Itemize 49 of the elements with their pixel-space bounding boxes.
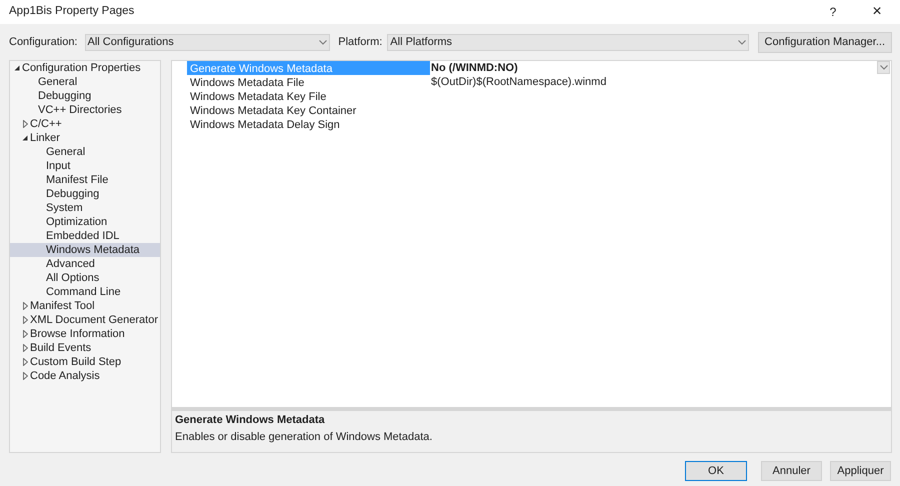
property-name[interactable]: Windows Metadata File (187, 75, 430, 89)
tree-item[interactable]: Advanced (10, 257, 160, 271)
tree-item[interactable]: Custom Build Step (10, 355, 160, 369)
window-title: App1Bis Property Pages (9, 4, 134, 20)
chevron-down-icon (319, 40, 328, 44)
description-text: Enables or disable generation of Windows Metadata. (175, 430, 434, 444)
tree-item[interactable]: General (10, 75, 160, 89)
collapsed-triangle-icon[interactable] (22, 120, 28, 128)
property-name[interactable]: Windows Metadata Key File (187, 89, 430, 103)
tree-item[interactable]: All Options (10, 271, 160, 285)
tree-item[interactable]: Embedded IDL (10, 229, 160, 243)
tree-item[interactable]: Input (10, 159, 160, 173)
chevron-down-icon (880, 65, 888, 70)
configuration-label: Configuration: (9, 34, 78, 50)
tree-item[interactable]: Command Line (10, 285, 160, 299)
dialog-button[interactable]: Appliquer (830, 461, 891, 481)
help-button[interactable]: ? (822, 3, 844, 21)
tree-item[interactable]: Code Analysis (10, 369, 160, 383)
tree-item[interactable]: Manifest File (10, 173, 160, 187)
tree-item[interactable]: Optimization (10, 215, 160, 229)
tree-item[interactable]: System (10, 201, 160, 215)
tree-item[interactable]: XML Document Generator (10, 313, 160, 327)
expanded-triangle-icon[interactable] (22, 135, 28, 141)
dialog-button[interactable]: Annuler (761, 461, 822, 481)
tree-item[interactable]: Debugging (10, 89, 160, 103)
tree-item[interactable]: General (10, 145, 160, 159)
tree-item[interactable]: Manifest Tool (10, 299, 160, 313)
property-name[interactable]: Windows Metadata Key Container (187, 103, 430, 117)
description-title: Generate Windows Metadata (175, 413, 326, 428)
configuration-manager-button[interactable]: Configuration Manager... (758, 32, 892, 52)
property-name[interactable]: Windows Metadata Delay Sign (187, 117, 430, 131)
tree-item[interactable]: Windows Metadata (10, 243, 160, 257)
expanded-triangle-icon[interactable] (14, 65, 20, 71)
platform-label: Platform: (338, 34, 382, 50)
property-value[interactable]: $(OutDir)$(RootNamespace).winmd (430, 74, 606, 90)
close-button[interactable]: × (866, 0, 888, 24)
chevron-down-icon (738, 40, 746, 44)
tree-item[interactable]: Browse Information (10, 327, 160, 341)
tree-item[interactable]: Debugging (10, 187, 160, 201)
tree-item[interactable]: Build Events (10, 341, 160, 355)
configuration-dropdown[interactable]: All Configurations (84, 34, 330, 50)
value-dropdown-button[interactable] (877, 61, 890, 74)
tree-item[interactable]: C/C++ (10, 117, 160, 131)
property-value[interactable]: No (/WINMD:NO) (430, 60, 518, 76)
tree-item[interactable]: Configuration Properties (10, 61, 160, 75)
dialog-button[interactable]: OK (685, 461, 747, 481)
tree-item[interactable]: VC++ Directories (10, 103, 160, 117)
platform-dropdown[interactable]: All Platforms (387, 34, 749, 50)
tree-item[interactable]: Linker (10, 131, 160, 145)
